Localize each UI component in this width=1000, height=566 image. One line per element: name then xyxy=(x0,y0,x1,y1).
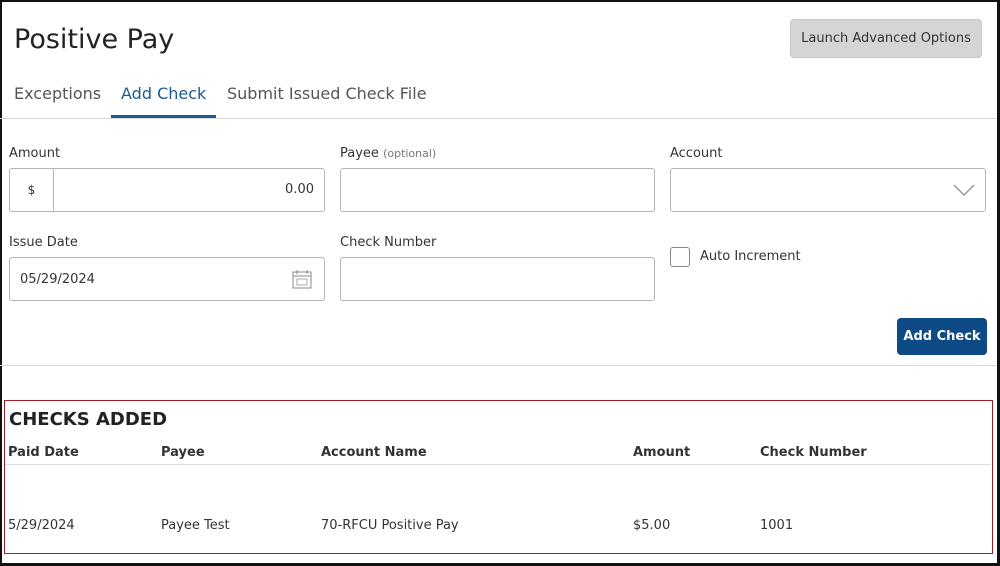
page-title: Positive Pay xyxy=(14,24,175,55)
column-header-amount: Amount xyxy=(633,445,691,460)
check-number-label: Check Number xyxy=(340,235,437,250)
tab-add-check[interactable]: Add Check xyxy=(111,84,217,118)
payee-input[interactable] xyxy=(340,168,655,212)
issue-date-value: 05/29/2024 xyxy=(20,272,95,287)
auto-increment-checkbox[interactable] xyxy=(670,247,690,267)
column-header-paid-date: Paid Date xyxy=(8,445,79,460)
chevron-down-icon xyxy=(953,184,975,197)
launch-advanced-options-button[interactable]: Launch Advanced Options xyxy=(790,19,982,58)
check-number-input[interactable] xyxy=(340,257,655,301)
cell-paid-date: 5/29/2024 xyxy=(8,518,75,533)
cell-amount: $5.00 xyxy=(633,518,671,533)
calendar-icon[interactable] xyxy=(292,269,312,289)
cell-payee: Payee Test xyxy=(161,518,230,533)
tab-exceptions[interactable]: Exceptions xyxy=(14,84,101,118)
cell-account-name: 70-RFCU Positive Pay xyxy=(321,518,459,533)
amount-value: 0.00 xyxy=(285,182,314,197)
payee-label: Payee (optional) xyxy=(340,146,436,161)
amount-field[interactable]: $ 0.00 xyxy=(9,168,325,212)
column-header-payee: Payee xyxy=(161,445,205,460)
issue-date-label: Issue Date xyxy=(9,235,78,250)
currency-prefix: $ xyxy=(10,169,54,211)
payee-label-text: Payee xyxy=(340,146,379,161)
header-divider xyxy=(5,464,991,465)
cell-check-number: 1001 xyxy=(760,518,794,533)
payee-optional-hint: (optional) xyxy=(383,147,437,160)
amount-label: Amount xyxy=(9,146,61,161)
column-header-account-name: Account Name xyxy=(321,445,427,460)
add-check-button[interactable]: Add Check xyxy=(897,318,987,355)
account-select[interactable] xyxy=(670,168,986,212)
checks-added-section: CHECKS ADDED Paid Date Payee Account Nam… xyxy=(4,400,993,554)
tab-submit-issued-check-file[interactable]: Submit Issued Check File xyxy=(227,84,427,118)
issue-date-input[interactable]: 05/29/2024 xyxy=(9,257,325,301)
auto-increment-label: Auto Increment xyxy=(700,249,801,264)
column-header-check-number: Check Number xyxy=(760,445,867,460)
checks-added-title: CHECKS ADDED xyxy=(9,409,168,430)
tab-bar: Exceptions Add Check Submit Issued Check… xyxy=(0,78,997,119)
account-label: Account xyxy=(670,146,723,161)
divider xyxy=(0,365,997,366)
